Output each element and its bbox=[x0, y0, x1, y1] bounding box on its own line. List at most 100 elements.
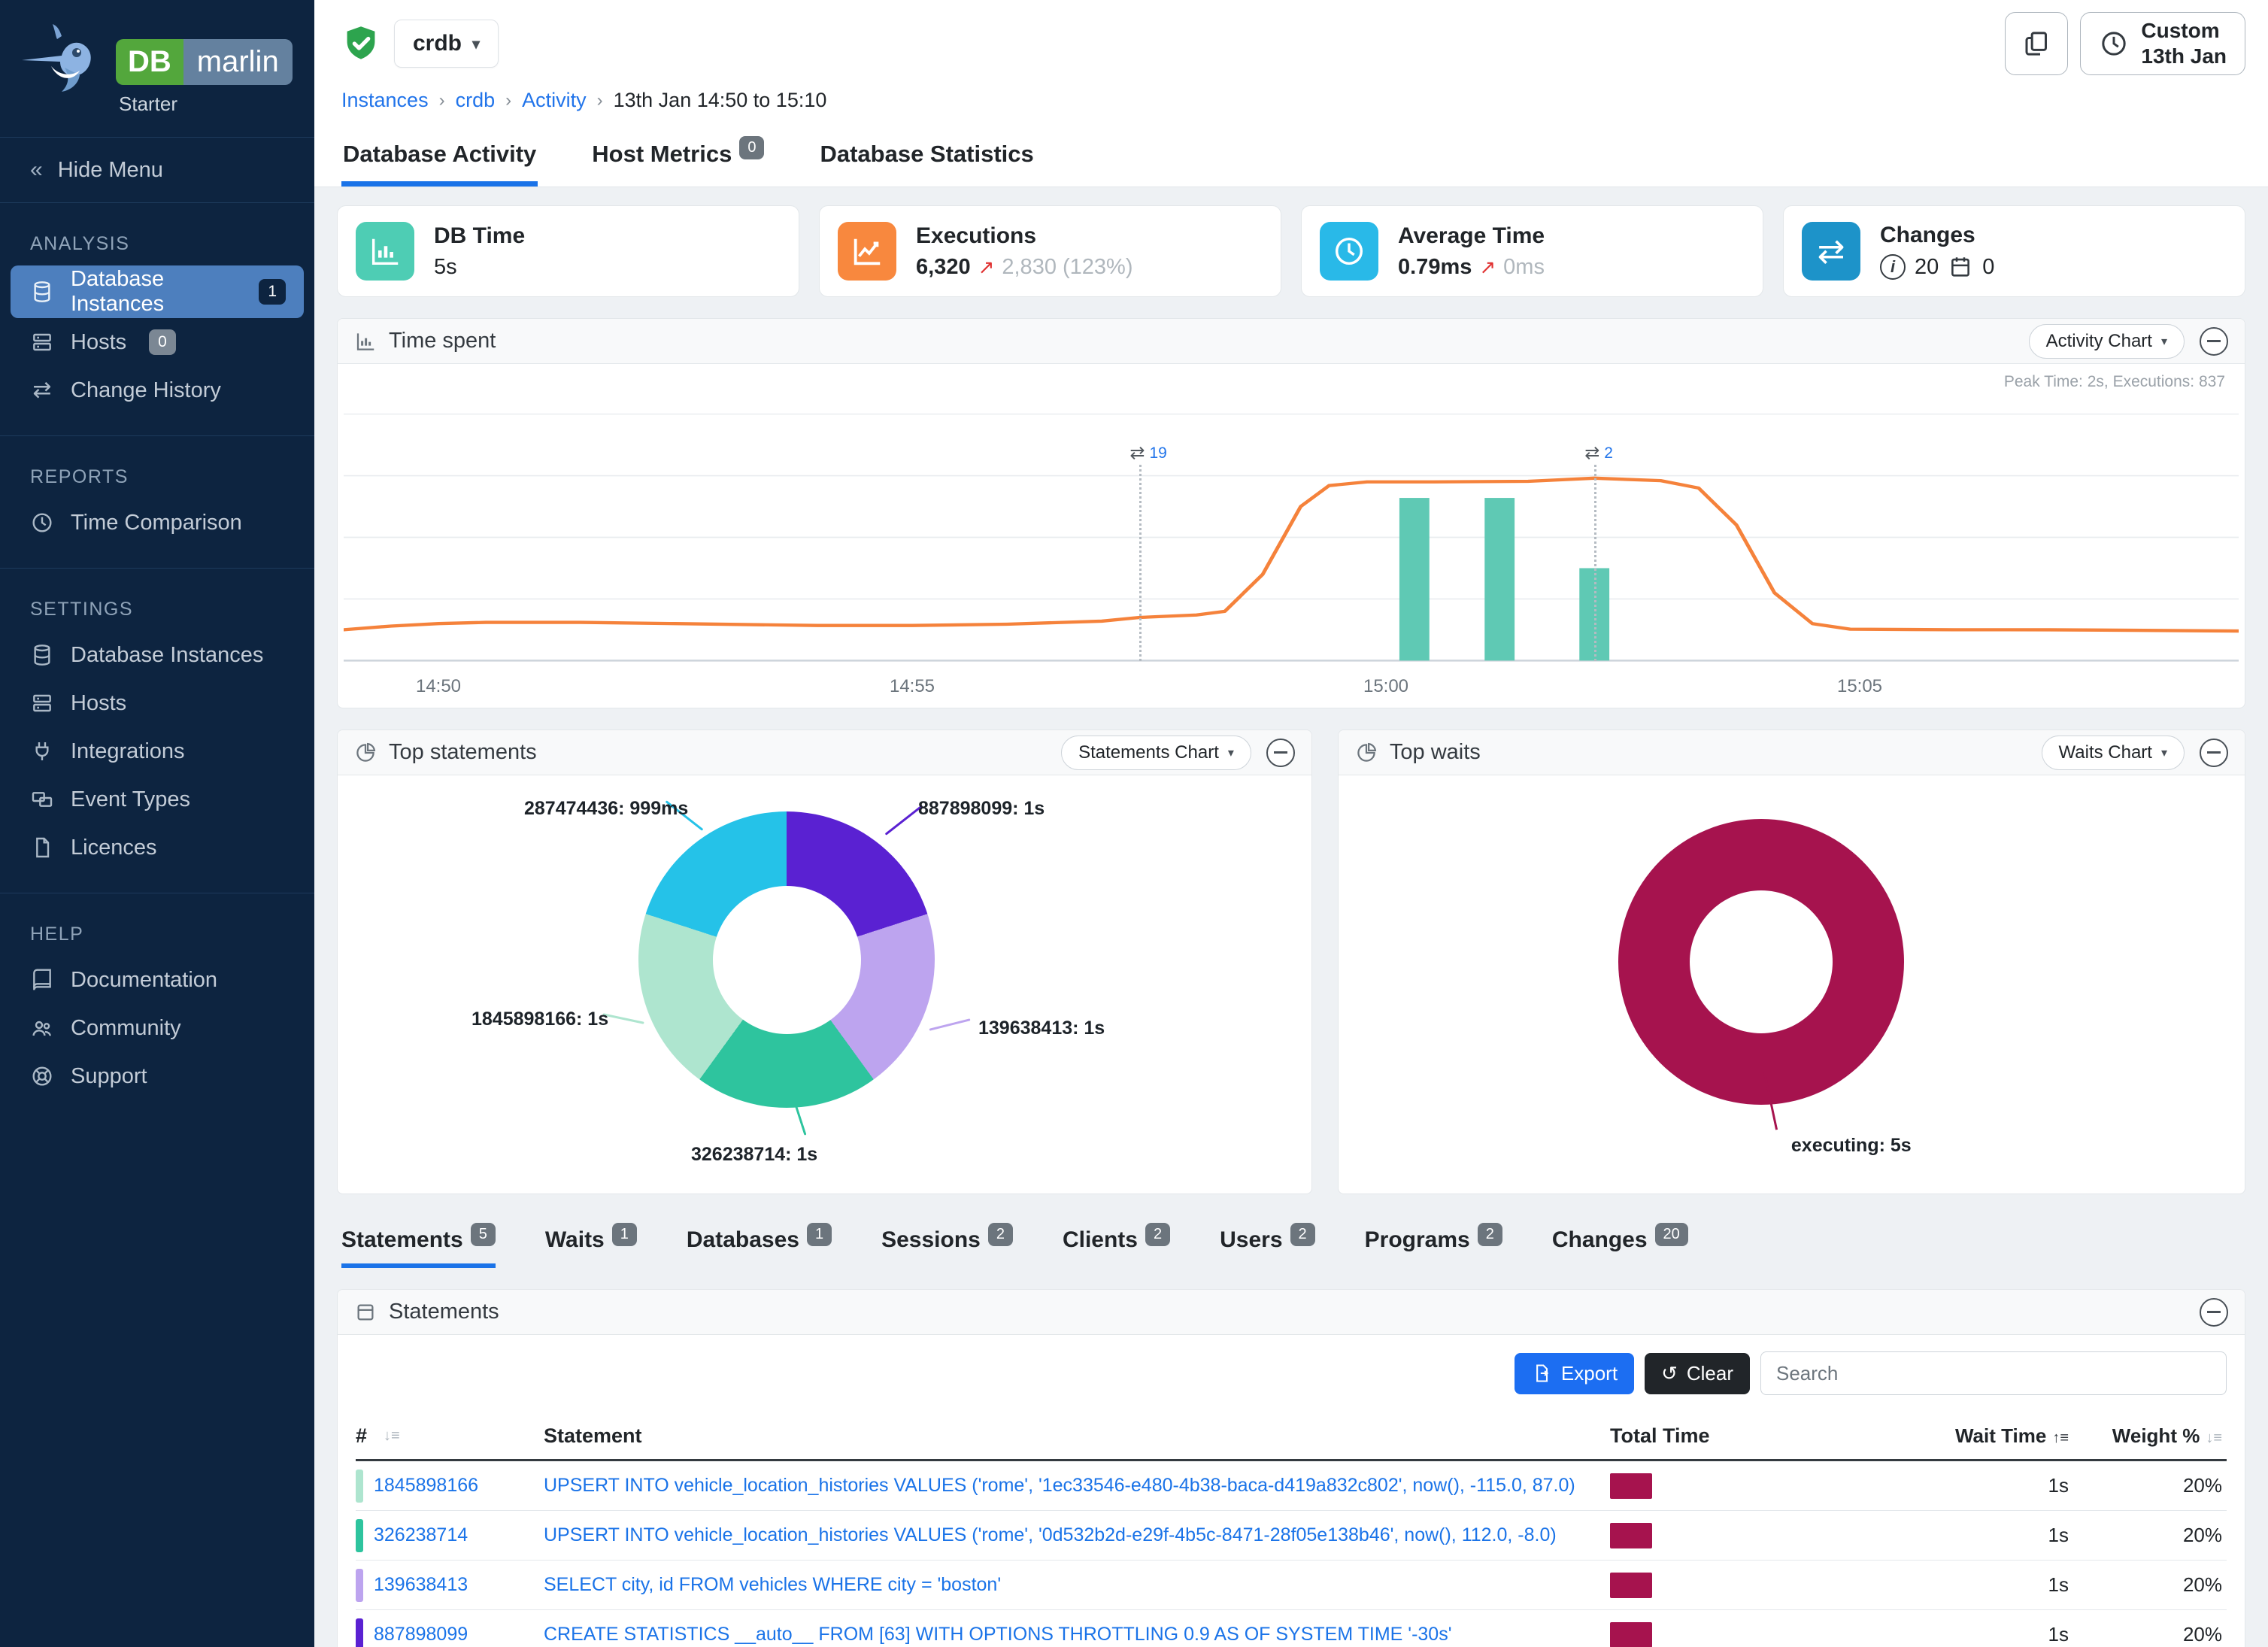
waits-donut-chart[interactable]: executing: 5s bbox=[1339, 775, 2245, 1194]
col-number[interactable]: # bbox=[356, 1424, 367, 1448]
bar-chart-icon bbox=[354, 330, 377, 353]
time-range-button[interactable]: Custom 13th Jan bbox=[2080, 12, 2245, 75]
col-wait-time[interactable]: Wait Time bbox=[1955, 1424, 2046, 1447]
tab-badge: 1 bbox=[807, 1223, 832, 1246]
statement-id-link[interactable]: 139638413 bbox=[374, 1574, 468, 1596]
copy-link-button[interactable] bbox=[2005, 12, 2068, 75]
waits-chart-select[interactable]: Waits Chart ▾ bbox=[2042, 736, 2185, 770]
breadcrumb-crdb[interactable]: crdb bbox=[456, 89, 496, 112]
sidebar-item-database-instances[interactable]: Database Instances 1 bbox=[11, 265, 304, 318]
sidebar-item-settings-database-instances[interactable]: Database Instances bbox=[0, 631, 314, 679]
statement-link[interactable]: UPSERT INTO vehicle_location_histories V… bbox=[544, 1524, 1610, 1546]
sidebar-item-community[interactable]: Community bbox=[0, 1004, 314, 1052]
sort-icon[interactable]: ↓≡ bbox=[384, 1427, 400, 1445]
activity-chart[interactable]: ⇄19⇄2 bbox=[344, 408, 2239, 667]
wait-time-value: 1s bbox=[1828, 1573, 2069, 1597]
chart-select-label: Waits Chart bbox=[2059, 742, 2152, 763]
sidebar-item-hosts[interactable]: Hosts 0 bbox=[0, 318, 314, 366]
total-time-bar bbox=[1610, 1473, 1652, 1499]
sidebar-item-integrations[interactable]: Integrations bbox=[0, 727, 314, 775]
col-total-time[interactable]: Total Time bbox=[1610, 1424, 1828, 1448]
weight-value: 20% bbox=[2069, 1524, 2227, 1547]
col-statement[interactable]: Statement bbox=[544, 1424, 1610, 1448]
statements-chart-select[interactable]: Statements Chart ▾ bbox=[1061, 736, 1251, 770]
sidebar-item-time-comparison[interactable]: Time Comparison bbox=[0, 499, 314, 547]
x-tick: 14:55 bbox=[890, 676, 935, 697]
total-time-bar bbox=[1610, 1573, 1652, 1598]
collapse-panel-icon[interactable] bbox=[2200, 739, 2228, 767]
search-input[interactable] bbox=[1760, 1351, 2227, 1395]
tab-changes[interactable]: Changes20 bbox=[1552, 1227, 1688, 1268]
breadcrumb-current-range: 13th Jan 14:50 to 15:10 bbox=[614, 89, 827, 112]
sidebar-item-support[interactable]: Support bbox=[0, 1052, 314, 1100]
sort-icon-active[interactable]: ↑≡ bbox=[2052, 1430, 2069, 1446]
tab-programs[interactable]: Programs2 bbox=[1365, 1227, 1502, 1268]
logo-marlin-badge: marlin bbox=[183, 39, 293, 85]
statements-donut-chart[interactable]: 287474436: 999ms 887898099: 1s 184589816… bbox=[338, 775, 1311, 1194]
col-weight[interactable]: Weight % bbox=[2112, 1424, 2200, 1447]
sidebar-item-licences[interactable]: Licences bbox=[0, 824, 314, 872]
tab-badge: 2 bbox=[988, 1223, 1013, 1246]
tab-sessions[interactable]: Sessions2 bbox=[881, 1227, 1013, 1268]
sidebar-item-change-history[interactable]: ⇄ Change History bbox=[0, 366, 314, 414]
sidebar-item-event-types[interactable]: Event Types bbox=[0, 775, 314, 824]
statement-link[interactable]: UPSERT INTO vehicle_location_histories V… bbox=[544, 1475, 1610, 1497]
licence-document-icon bbox=[30, 836, 54, 860]
statements-donut[interactable] bbox=[638, 811, 935, 1108]
database-icon bbox=[30, 280, 54, 304]
breadcrumb-instances[interactable]: Instances bbox=[341, 89, 429, 112]
sidebar-item-settings-hosts[interactable]: Hosts bbox=[0, 679, 314, 727]
total-time-bar bbox=[1610, 1523, 1652, 1548]
card-title: Changes bbox=[1880, 223, 1994, 248]
panel-title: Time spent bbox=[389, 329, 496, 353]
tab-clients[interactable]: Clients2 bbox=[1063, 1227, 1170, 1268]
chevron-down-icon: ▾ bbox=[2161, 745, 2167, 760]
tab-databases[interactable]: Databases1 bbox=[687, 1227, 832, 1268]
sidebar-item-label: Support bbox=[71, 1064, 147, 1089]
clear-button[interactable]: ↺ Clear bbox=[1645, 1353, 1750, 1394]
collapse-panel-icon[interactable] bbox=[1266, 739, 1295, 767]
sidebar-item-label: Time Comparison bbox=[71, 511, 242, 535]
activity-chart-select[interactable]: Activity Chart ▾ bbox=[2029, 324, 2185, 359]
statement-link[interactable]: CREATE STATISTICS __auto__ FROM [63] WIT… bbox=[544, 1624, 1610, 1645]
copy-icon bbox=[2021, 29, 2051, 59]
tab-badge: 2 bbox=[1145, 1223, 1170, 1246]
sidebar-item-label: Database Instances bbox=[71, 643, 263, 668]
section-settings: SETTINGS Database Instances Hosts Integr… bbox=[0, 568, 314, 872]
tab-database-activity[interactable]: Database Activity bbox=[341, 126, 538, 187]
brand-logo: DB marlin Starter bbox=[0, 0, 314, 123]
tab-statements[interactable]: Statements5 bbox=[341, 1227, 496, 1268]
statement-id-link[interactable]: 887898099 bbox=[374, 1624, 468, 1645]
export-button[interactable]: Export bbox=[1515, 1353, 1634, 1394]
top-waits-panel: Top waits Waits Chart ▾ executing: 5s bbox=[1338, 729, 2245, 1194]
detail-tabs: Statements5 Waits1 Databases1 Sessions2 … bbox=[337, 1227, 2245, 1268]
sort-icon[interactable]: ↓≡ bbox=[2206, 1430, 2222, 1446]
statement-color-chip bbox=[356, 1470, 363, 1503]
sidebar-item-documentation[interactable]: Documentation bbox=[0, 956, 314, 1004]
export-icon bbox=[1531, 1363, 1552, 1384]
statements-panel-icon bbox=[354, 1301, 377, 1324]
waits-donut[interactable] bbox=[1618, 819, 1904, 1105]
statement-color-chip bbox=[356, 1519, 363, 1552]
tab-database-statistics[interactable]: Database Statistics bbox=[818, 126, 1035, 187]
card-title: Executions bbox=[916, 223, 1133, 249]
trend-up-icon: ↗ bbox=[978, 256, 995, 279]
hide-menu-button[interactable]: « Hide Menu bbox=[0, 137, 314, 203]
sidebar-item-label: Community bbox=[71, 1016, 181, 1041]
instance-selector[interactable]: crdb ▾ bbox=[394, 20, 499, 68]
tab-users[interactable]: Users2 bbox=[1220, 1227, 1315, 1268]
collapse-panel-icon[interactable] bbox=[2200, 327, 2228, 356]
statement-link[interactable]: SELECT city, id FROM vehicles WHERE city… bbox=[544, 1574, 1610, 1596]
tab-waits[interactable]: Waits1 bbox=[545, 1227, 637, 1268]
breadcrumb-activity[interactable]: Activity bbox=[522, 89, 587, 112]
time-range-date: 13th Jan bbox=[2141, 44, 2227, 69]
card-delta: 0ms bbox=[1503, 255, 1545, 280]
time-spent-panel: Time spent Activity Chart ▾ Peak Time: 2… bbox=[337, 318, 2245, 708]
collapse-panel-icon[interactable] bbox=[2200, 1298, 2228, 1327]
tab-badge: 2 bbox=[1290, 1223, 1315, 1246]
statement-id-link[interactable]: 326238714 bbox=[374, 1524, 468, 1546]
statement-id-link[interactable]: 1845898166 bbox=[374, 1475, 478, 1497]
tab-host-metrics[interactable]: Host Metrics 0 bbox=[590, 126, 766, 187]
changes-event-count: 0 bbox=[1982, 255, 1994, 280]
double-chevron-left-icon: « bbox=[30, 157, 43, 183]
